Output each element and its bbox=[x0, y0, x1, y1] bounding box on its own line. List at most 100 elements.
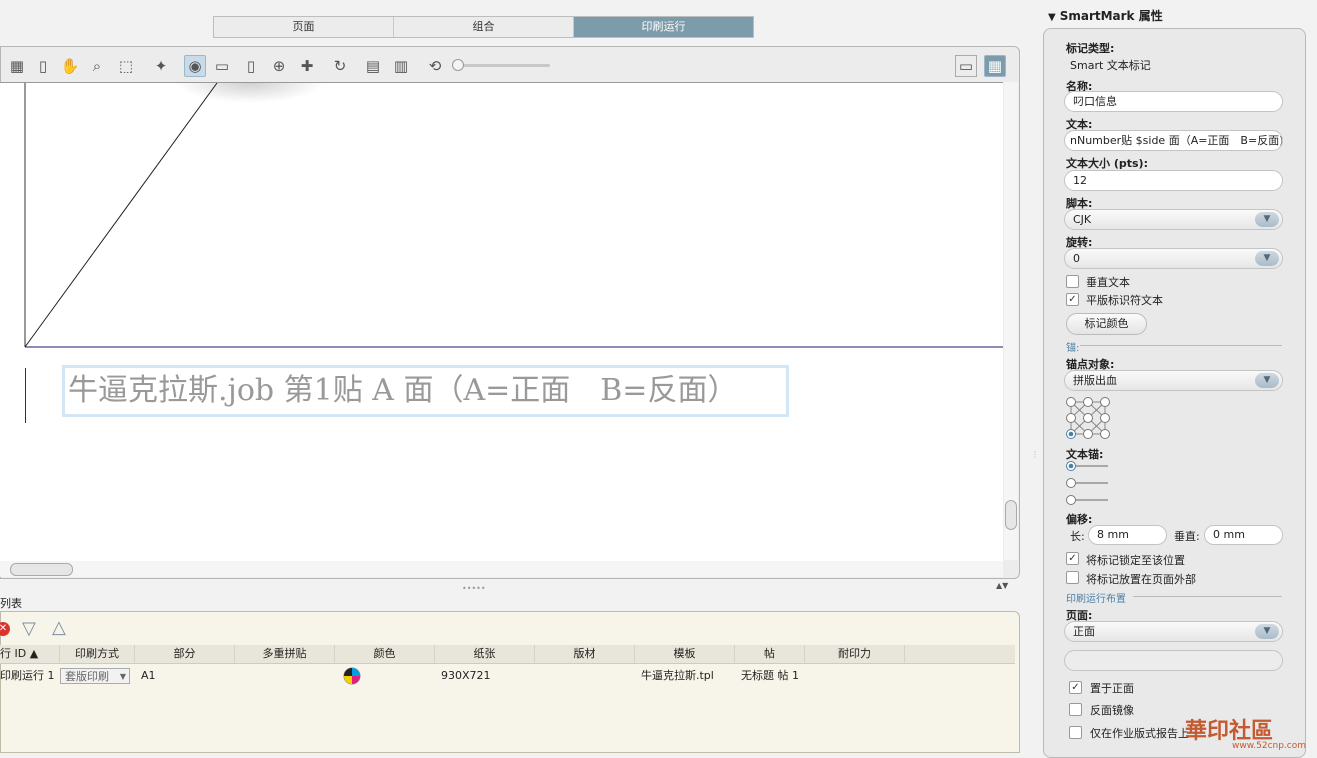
splitter-grip[interactable]: ••••• bbox=[462, 584, 486, 593]
report-only-checkbox[interactable] bbox=[1069, 726, 1082, 739]
plate-id-text-checkbox[interactable]: ✓ bbox=[1066, 293, 1079, 306]
anchor-point-grid[interactable] bbox=[1064, 396, 1112, 440]
offset-label: 偏移: bbox=[1066, 513, 1093, 526]
col-template[interactable]: 模板 bbox=[635, 645, 735, 663]
tab-group[interactable]: 组合 bbox=[394, 17, 574, 37]
anchor-section-label: 锚: bbox=[1066, 343, 1080, 354]
list-title: 列表 bbox=[0, 597, 22, 610]
outside-page-label: 将标记放置在页面外部 bbox=[1086, 573, 1196, 586]
col-paper[interactable]: 纸张 bbox=[435, 645, 535, 663]
vertical-text-checkbox[interactable] bbox=[1066, 275, 1079, 288]
preview-eye-icon[interactable]: ◉ bbox=[184, 55, 206, 77]
offset-h-label: 长: bbox=[1070, 530, 1085, 543]
vertical-text-label: 垂直文本 bbox=[1086, 276, 1130, 289]
list-header: 行 ID ▲ 印刷方式 部分 多重拼贴 颜色 纸张 版材 模板 帖 耐印力 bbox=[0, 645, 1015, 664]
grid-view-icon[interactable]: ▦ bbox=[984, 55, 1006, 77]
mark-type-value: Smart 文本标记 bbox=[1070, 59, 1151, 72]
anchor-object-value: 拼版出血 bbox=[1073, 374, 1117, 387]
page-select[interactable]: 正面 ▼ bbox=[1064, 621, 1283, 642]
script-value: CJK bbox=[1073, 213, 1092, 226]
align-grid-icon[interactable]: ▤ bbox=[362, 55, 384, 77]
select-page-icon[interactable]: ▯ bbox=[32, 55, 54, 77]
outside-page-checkbox[interactable] bbox=[1066, 571, 1079, 584]
canvas-shadow bbox=[175, 83, 325, 103]
col-color[interactable]: 颜色 bbox=[335, 645, 435, 663]
col-row-id[interactable]: 行 ID ▲ bbox=[0, 645, 60, 663]
layout-section-label: 印刷运行布置 bbox=[1066, 594, 1126, 605]
col-durability[interactable]: 耐印力 bbox=[805, 645, 905, 663]
page-icon[interactable]: ▯ bbox=[240, 55, 262, 77]
zoom-slider-track[interactable] bbox=[452, 64, 550, 67]
horizontal-scroll-thumb[interactable] bbox=[10, 563, 73, 576]
mirror-back-label: 反面镜像 bbox=[1090, 704, 1134, 717]
vertical-scrollbar[interactable] bbox=[1004, 82, 1018, 560]
offset-h-field[interactable]: 8 mm bbox=[1088, 525, 1167, 545]
place-front-checkbox[interactable]: ✓ bbox=[1069, 681, 1082, 694]
cmyk-color-icon bbox=[343, 667, 361, 685]
lock-position-checkbox[interactable]: ✓ bbox=[1066, 552, 1079, 565]
panel-splitter[interactable]: ⋮ bbox=[1031, 451, 1039, 459]
anchor-object-select[interactable]: 拼版出血 ▼ bbox=[1064, 370, 1283, 391]
col-part[interactable]: 部分 bbox=[135, 645, 235, 663]
print-method-select[interactable]: 套版印刷 ▼ bbox=[60, 668, 130, 684]
mark-color-button[interactable]: 标记颜色 bbox=[1066, 313, 1147, 335]
single-view-icon[interactable]: ▭ bbox=[955, 55, 977, 77]
panel-title-text: SmartMark 属性 bbox=[1059, 9, 1163, 23]
empty-field[interactable] bbox=[1064, 650, 1283, 671]
mirror-back-checkbox[interactable] bbox=[1069, 703, 1082, 716]
smart-text-mark[interactable]: 牛逼克拉斯.job 第1贴 A 面（A=正面 B=反面） bbox=[62, 365, 789, 417]
chevron-down-icon: ▼ bbox=[1255, 251, 1279, 266]
rotate-select[interactable]: 0 ▼ bbox=[1064, 248, 1283, 269]
mark-type-label: 标记类型: bbox=[1066, 42, 1115, 55]
cell-row-id: 印刷运行 1 bbox=[0, 669, 55, 682]
zoom-icon[interactable]: ⌕ bbox=[86, 55, 108, 77]
view-tabs: 页面 组合 印刷运行 bbox=[213, 16, 754, 38]
script-select[interactable]: CJK ▼ bbox=[1064, 209, 1283, 230]
cell-paper: 930X721 bbox=[441, 669, 491, 682]
collapse-triangle-icon: ▼ bbox=[1048, 12, 1056, 23]
page-number-icon[interactable]: ▦ bbox=[6, 55, 28, 77]
watermark-url: www.52cnp.com bbox=[1232, 741, 1307, 751]
split-icon[interactable]: ✚ bbox=[296, 55, 318, 77]
horizontal-scrollbar[interactable] bbox=[0, 561, 1003, 577]
distribute-icon[interactable]: ▥ bbox=[390, 55, 412, 77]
text-size-field[interactable]: 12 bbox=[1064, 170, 1283, 191]
zoom-slider-thumb[interactable] bbox=[452, 59, 464, 71]
tab-page[interactable]: 页面 bbox=[214, 17, 394, 37]
ruler-icon[interactable]: ▭ bbox=[211, 55, 233, 77]
name-field[interactable]: 叼口信息 bbox=[1064, 91, 1283, 112]
collapse-arrows-icon[interactable]: ▲▼ bbox=[996, 581, 1008, 590]
vertical-scroll-thumb[interactable] bbox=[1005, 500, 1017, 530]
view-flip-icon[interactable]: ⟲ bbox=[424, 55, 446, 77]
select-marks-icon[interactable]: ⬚ bbox=[115, 55, 137, 77]
table-row[interactable]: 印刷运行 1 套版印刷 ▼ A1 930X721 牛逼克拉斯.tpl 无标题 帖 … bbox=[0, 666, 1015, 686]
offset-v-field[interactable]: 0 mm bbox=[1204, 525, 1283, 545]
smartmark-icon[interactable]: ✦ bbox=[150, 55, 172, 77]
tab-press-run[interactable]: 印刷运行 bbox=[574, 17, 753, 37]
col-plate[interactable]: 版材 bbox=[535, 645, 635, 663]
chevron-down-icon: ▼ bbox=[1255, 212, 1279, 227]
text-cursor bbox=[25, 368, 26, 423]
col-signature[interactable]: 帖 bbox=[735, 645, 805, 663]
crosshair-icon[interactable]: ⊕ bbox=[268, 55, 290, 77]
cell-durability bbox=[805, 666, 905, 686]
col-print-method[interactable]: 印刷方式 bbox=[60, 645, 135, 663]
text-size-label: 文本大小 (pts): bbox=[1066, 157, 1148, 170]
rotate-value: 0 bbox=[1073, 252, 1080, 265]
chevron-down-icon: ▼ bbox=[1255, 624, 1279, 639]
col-multi[interactable]: 多重拼贴 bbox=[235, 645, 335, 663]
hand-icon[interactable]: ✋ bbox=[59, 55, 81, 77]
move-down-icon[interactable]: ▽ bbox=[22, 618, 36, 639]
cell-plate bbox=[535, 666, 635, 686]
canvas-drawing bbox=[24, 83, 1003, 348]
plate-id-text-label: 平版标识符文本 bbox=[1086, 294, 1163, 307]
rotate-icon[interactable]: ↻ bbox=[329, 55, 351, 77]
report-only-label: 仅在作业版式报告上 bbox=[1090, 727, 1189, 740]
cell-color bbox=[335, 666, 435, 686]
page-value: 正面 bbox=[1073, 625, 1095, 638]
move-up-icon[interactable]: △ bbox=[52, 617, 66, 638]
layout-canvas[interactable] bbox=[0, 82, 1003, 561]
text-field[interactable]: nNumber贴 $side 面（A=正面 B=反面) bbox=[1064, 130, 1283, 151]
text-anchor-options[interactable] bbox=[1064, 459, 1112, 505]
panel-title[interactable]: ▼ SmartMark 属性 bbox=[1048, 7, 1163, 24]
